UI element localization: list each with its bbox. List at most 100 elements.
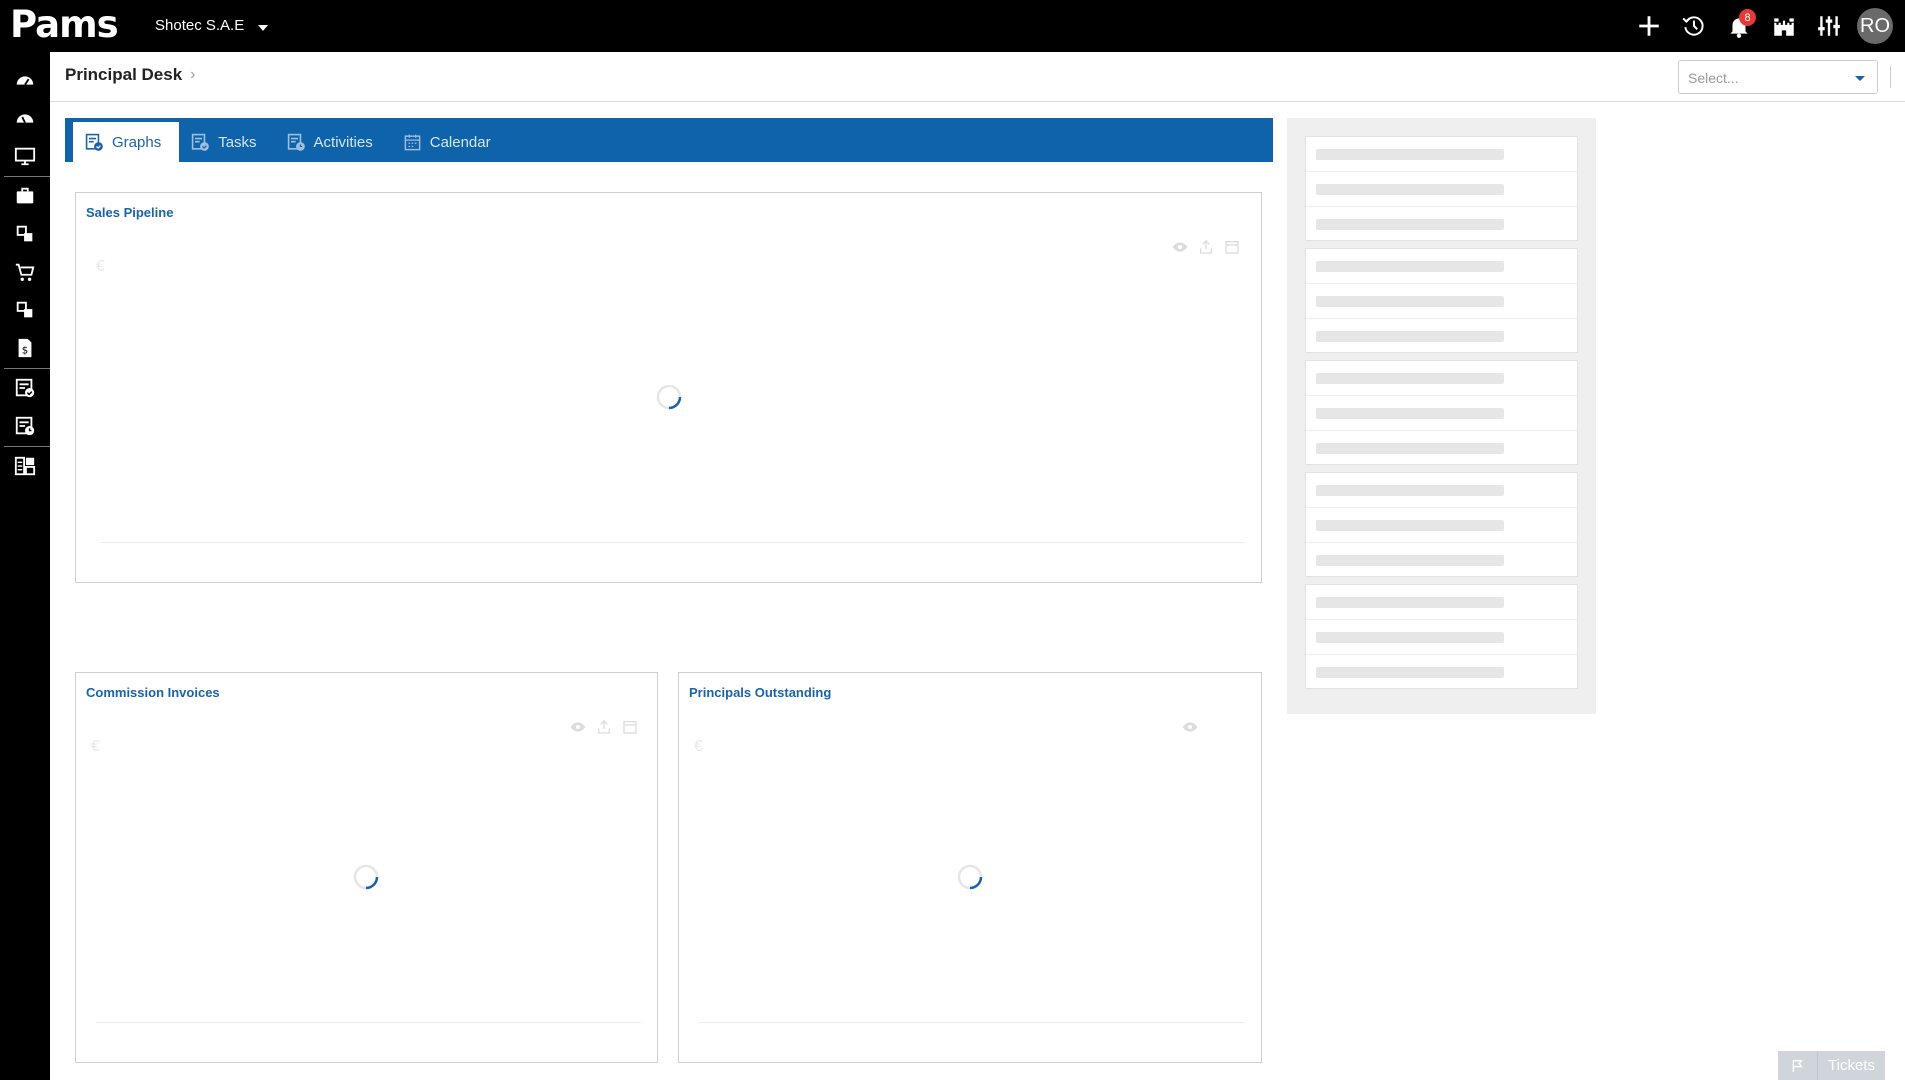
page-title[interactable]: Principal Desk (65, 65, 182, 85)
skeleton-row (1306, 361, 1577, 396)
sidebar-item-document-check[interactable] (0, 370, 50, 406)
breadcrumb: Principal Desk › (65, 65, 196, 85)
user-avatar[interactable]: RO (1857, 8, 1893, 44)
invoice-dollar-icon: $ (18, 338, 32, 358)
modules-icon (16, 225, 33, 242)
calendar-button[interactable] (621, 718, 639, 736)
chart-baseline (699, 1022, 1244, 1023)
castle-button[interactable] (1761, 0, 1806, 52)
tab-tasks[interactable]: Tasks (179, 122, 274, 162)
briefcase-icon (16, 187, 34, 204)
notifications-button[interactable]: 8 (1716, 0, 1761, 52)
skeleton-bar (1316, 149, 1504, 160)
sidebar-item-document-clock[interactable] (0, 408, 50, 444)
sidebar-item-dashboard-alt[interactable] (0, 100, 50, 136)
history-button[interactable] (1671, 0, 1716, 52)
upload-icon (598, 720, 610, 734)
tasks-icon (191, 133, 210, 151)
commission-invoices-card: Commission Invoices € (75, 672, 658, 1063)
skeleton-group (1305, 248, 1578, 353)
tab-label: Graphs (112, 133, 162, 151)
skeleton-group (1305, 584, 1578, 689)
company-switcher[interactable]: Shotec S.A.E (155, 17, 269, 34)
caret-down-icon (258, 24, 269, 31)
sliders-icon (1817, 16, 1840, 36)
card-toolbar (569, 718, 639, 736)
skeleton-row (1306, 473, 1577, 508)
tab-label: Activities (313, 133, 373, 151)
top-actions: 8 RO (1626, 0, 1905, 52)
currency-symbol: € (91, 738, 100, 755)
skeleton-bar (1316, 219, 1504, 230)
card-toolbar (1171, 238, 1241, 256)
card-title: Commission Invoices (86, 685, 220, 700)
loading-spinner-icon (353, 864, 379, 890)
tab-bar: Graphs Tasks Activities Calendar (65, 118, 1273, 162)
tab-calendar[interactable]: Calendar (391, 122, 509, 162)
add-button[interactable] (1626, 0, 1671, 52)
skeleton-row (1306, 543, 1577, 578)
settings-button[interactable] (1806, 0, 1851, 52)
notification-badge: 8 (1739, 9, 1756, 26)
sidebar-item-grid-layout[interactable] (0, 448, 50, 484)
sidebar-item-modules-alt[interactable] (0, 292, 50, 328)
loading-spinner-icon (656, 384, 682, 410)
card-title: Principals Outstanding (689, 685, 832, 700)
dashboard-alt-icon (16, 114, 34, 123)
eye-icon (570, 722, 586, 732)
company-name: Shotec S.A.E (155, 17, 245, 34)
tickets-button[interactable]: Tickets (1778, 1051, 1885, 1080)
view-button[interactable] (1181, 718, 1199, 736)
calendar-icon (404, 134, 421, 150)
skeleton-bar (1316, 296, 1504, 307)
skeleton-row (1306, 396, 1577, 431)
skeleton-bar (1316, 520, 1504, 531)
currency-symbol: € (96, 258, 105, 275)
skeleton-bar (1316, 184, 1504, 195)
sidebar-item-monitor[interactable] (0, 138, 50, 174)
skeleton-row (1306, 655, 1577, 690)
sidebar-divider (4, 176, 50, 177)
calendar-button[interactable] (1223, 238, 1241, 256)
skeleton-bar (1316, 555, 1504, 566)
chevron-down-icon (1855, 76, 1865, 81)
chart-baseline (101, 542, 1246, 543)
view-button[interactable] (569, 718, 587, 736)
document-check-icon (15, 378, 35, 398)
skeleton-row (1306, 249, 1577, 284)
tab-label: Tasks (218, 133, 257, 151)
skeleton-row (1306, 508, 1577, 543)
skeleton-row (1306, 137, 1577, 172)
tab-activities[interactable]: Activities (275, 122, 391, 162)
sidebar-item-cart[interactable] (0, 254, 50, 290)
export-button[interactable] (595, 718, 613, 736)
sidebar-item-briefcase[interactable] (0, 178, 50, 214)
calendar-icon (623, 721, 637, 734)
history-icon (1681, 16, 1704, 36)
skeleton-group (1305, 360, 1578, 465)
chevron-right-icon: › (190, 66, 196, 83)
sales-pipeline-card: Sales Pipeline € (75, 192, 1262, 583)
loading-panel (1287, 118, 1596, 714)
sidebar-item-modules[interactable] (0, 216, 50, 252)
activities-icon (287, 133, 305, 151)
tab-graphs[interactable]: Graphs (73, 122, 180, 162)
export-button[interactable] (1197, 238, 1215, 256)
sidebar-item-dashboard[interactable] (0, 62, 50, 98)
svg-text:$: $ (22, 346, 28, 357)
sidebar-item-invoice[interactable]: $ (0, 330, 50, 366)
skeleton-bar (1316, 667, 1504, 678)
view-button[interactable] (1171, 238, 1189, 256)
chart-baseline (96, 1022, 641, 1023)
left-sidebar: $ (0, 52, 50, 1080)
castle-icon (1773, 18, 1794, 36)
ticket-icon (1778, 1051, 1818, 1080)
skeleton-row (1306, 431, 1577, 466)
modules-alt-icon (16, 301, 33, 318)
skeleton-bar (1316, 261, 1504, 272)
top-bar: Pams Shotec S.A.E 8 RO (0, 0, 1905, 52)
principal-select[interactable]: Select... (1678, 60, 1878, 94)
app-logo[interactable]: Pams (10, 4, 119, 46)
skeleton-row (1306, 172, 1577, 207)
card-toolbar (1181, 718, 1199, 736)
